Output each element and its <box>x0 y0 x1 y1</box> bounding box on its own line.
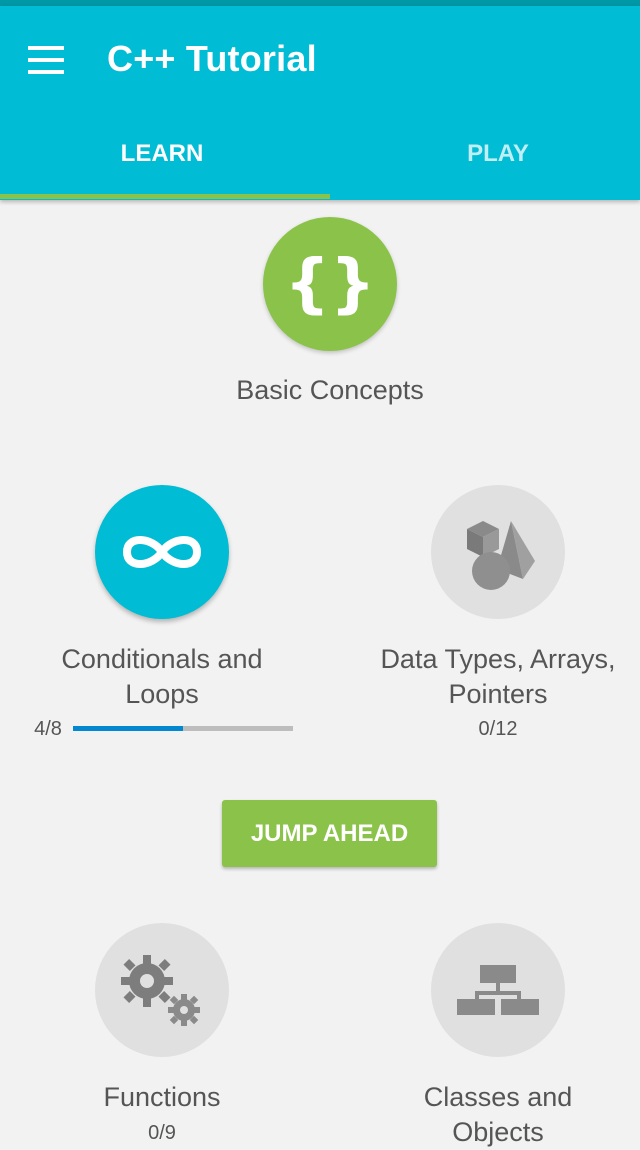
progress-count: 0/9 <box>148 1122 176 1144</box>
module-basic-concepts-button[interactable]: {} <box>263 217 397 351</box>
label-line-2: Objects <box>452 1117 544 1147</box>
module-data-types-button[interactable] <box>431 485 565 619</box>
tab-play[interactable]: PLAY <box>338 140 640 168</box>
hamburger-menu-icon[interactable] <box>28 46 64 74</box>
label-line-1: Conditionals and <box>61 644 263 674</box>
shapes-icon <box>467 521 535 590</box>
label-line-1: Classes and <box>423 1082 573 1112</box>
hierarchy-icon <box>457 965 539 1015</box>
app-bar: C++ Tutorial LEARN PLAY <box>0 6 640 200</box>
label-line-2: Pointers <box>448 679 548 709</box>
module-classes-objects-label: Classes and Objects <box>348 1080 640 1150</box>
tab-indicator <box>0 194 330 199</box>
module-conditionals-loops-label: Conditionals and Loops <box>12 642 312 712</box>
module-functions-button[interactable] <box>95 923 229 1057</box>
app-title: C++ Tutorial <box>107 38 317 79</box>
gears-icon <box>121 955 200 1026</box>
svg-text:{}: {} <box>284 247 375 321</box>
progress-bar <box>73 726 293 731</box>
curly-braces-icon: {} <box>284 247 375 321</box>
infinity-icon <box>123 536 201 568</box>
module-functions-label: Functions <box>103 1082 221 1112</box>
module-conditionals-loops-button[interactable] <box>95 485 229 619</box>
jump-ahead-button[interactable]: JUMP AHEAD <box>222 800 437 867</box>
module-basic-concepts-label: Basic Concepts <box>236 375 424 405</box>
label-line-2: Loops <box>125 679 199 709</box>
module-classes-objects-button[interactable] <box>431 923 565 1057</box>
progress-bar-fill <box>73 726 183 731</box>
module-data-types-label: Data Types, Arrays, Pointers <box>348 642 640 712</box>
progress-count: 4/8 <box>34 718 62 740</box>
tab-learn[interactable]: LEARN <box>2 140 322 168</box>
label-line-1: Data Types, Arrays, <box>380 644 616 674</box>
progress-count: 0/12 <box>478 718 518 740</box>
